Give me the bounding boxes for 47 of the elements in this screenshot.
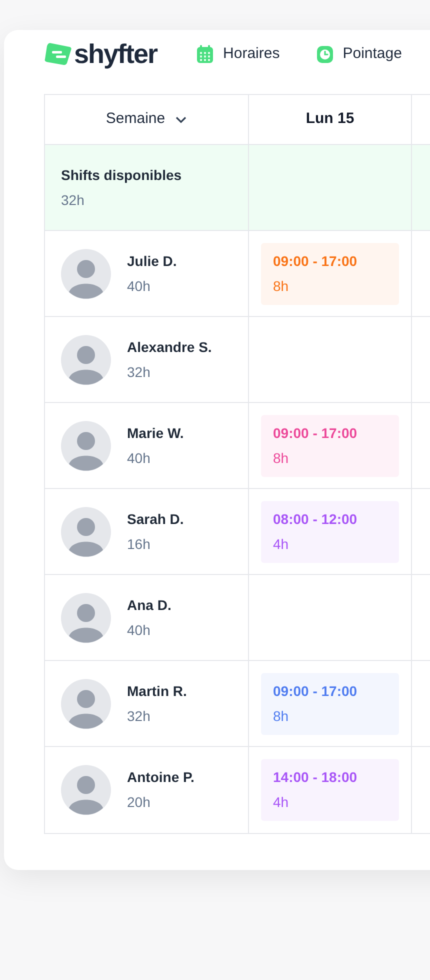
brand-name: shyfter: [74, 40, 158, 68]
open-shifts-label: Shifts disponibles: [61, 166, 183, 185]
avatar-icon: [61, 765, 111, 815]
shift-block[interactable]: 09:00 - 17:00 8h: [261, 242, 399, 304]
shift-hours: 4h: [273, 793, 290, 812]
employee-hours: 32h: [127, 362, 152, 382]
avatar-icon: [61, 420, 111, 470]
open-shifts-hours: 32h: [61, 190, 86, 210]
shift-hours: 4h: [273, 534, 290, 554]
avatar-icon: [61, 678, 111, 728]
employee-name: Marie W.: [127, 424, 184, 442]
chevron-down-icon: [175, 116, 188, 124]
nav-link[interactable]: Pointage: [316, 42, 402, 66]
shift-hours: 8h: [273, 276, 290, 296]
calendar-icon: [196, 44, 214, 64]
employee-hours: 32h: [127, 706, 152, 726]
shift-time: 08:00 - 12:00: [273, 510, 358, 528]
shift-time: 14:00 - 18:00: [273, 768, 358, 787]
shift-block[interactable]: 08:00 - 12:00 4h: [261, 500, 399, 562]
employee-name: Martin R.: [127, 682, 187, 700]
avatar-icon: [61, 334, 111, 384]
day-header: Lun 15: [306, 109, 354, 130]
shift-hours: 8h: [273, 706, 290, 726]
shift-time: 09:00 - 17:00: [273, 682, 358, 700]
employee-hours: 40h: [127, 276, 152, 296]
avatar-icon: [61, 592, 111, 642]
employee-name: Alexandre S.: [127, 338, 212, 356]
employee-hours: 16h: [127, 534, 152, 554]
shift-block[interactable]: 09:00 - 17:00 8h: [261, 672, 399, 734]
employee-hours: 40h: [127, 448, 152, 468]
employee-name: Antoine P.: [127, 768, 194, 787]
shift-block[interactable]: 14:00 - 18:00 4h: [261, 759, 399, 821]
week-dropdown[interactable]: Semaine: [45, 95, 249, 144]
shift-time: 09:00 - 17:00: [273, 424, 358, 442]
employee-hours: 40h: [127, 620, 152, 640]
clock-icon: [316, 44, 334, 64]
shift-hours: 8h: [273, 448, 290, 468]
employee-hours: 20h: [127, 793, 152, 812]
shift-block[interactable]: 09:00 - 17:00 8h: [261, 414, 399, 476]
avatar-icon: [61, 506, 111, 556]
logo-icon: [44, 42, 72, 66]
shift-time: 09:00 - 17:00: [273, 252, 358, 270]
employee-name: Ana D.: [127, 596, 172, 614]
avatar-icon: [61, 248, 111, 298]
nav-link[interactable]: Horaires: [196, 42, 280, 66]
employee-name: Julie D.: [127, 252, 177, 270]
employee-name: Sarah D.: [127, 510, 184, 528]
